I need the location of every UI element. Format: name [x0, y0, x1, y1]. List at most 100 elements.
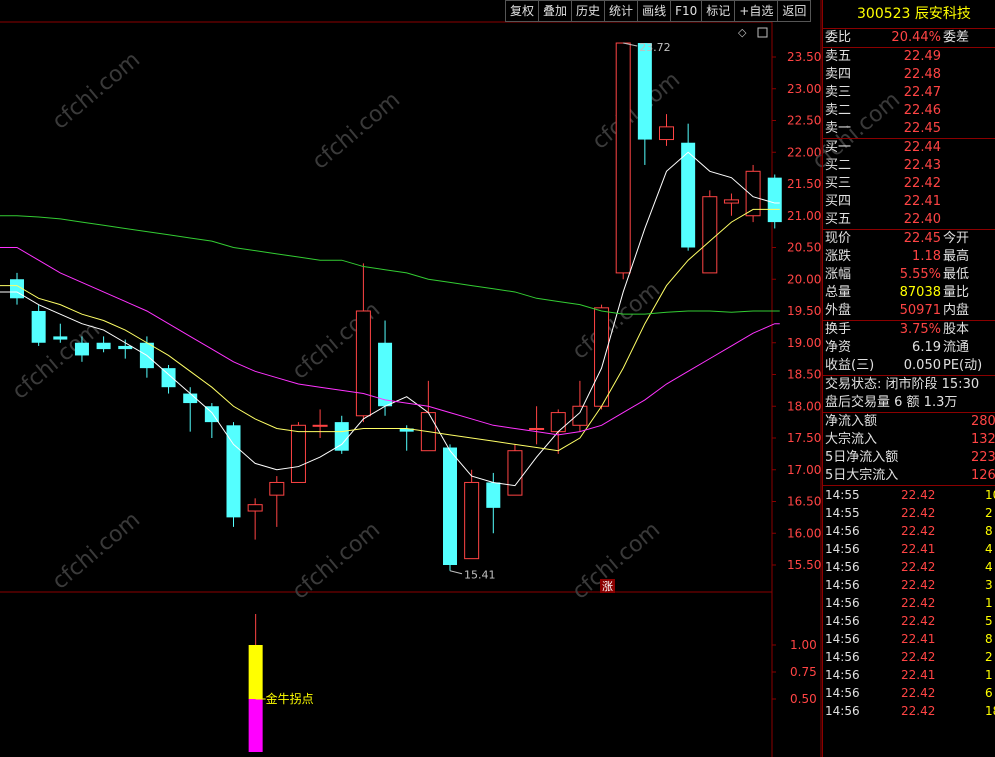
- price-tick-label: 16.00: [787, 526, 821, 540]
- quote-row-value: 50971: [899, 303, 941, 318]
- tick-volume: 2: [985, 506, 993, 520]
- quote-row-value: 22.45: [903, 231, 941, 246]
- candle-body: [161, 368, 176, 388]
- quote2-row-label2: 流通: [943, 340, 970, 355]
- tick-time: 14:56: [825, 560, 860, 574]
- price-tick-label: 21.00: [787, 209, 821, 223]
- price-tick-label: 17.50: [787, 431, 821, 445]
- tick-time: 14:56: [825, 524, 860, 538]
- price-tick-label: 20.50: [787, 241, 821, 255]
- flow-label: 5日大宗流入: [825, 468, 899, 483]
- watermark-text: cfchi.com: [48, 507, 145, 594]
- tick-row: 14:55 22.42 2: [823, 504, 995, 522]
- toolbar-button-4[interactable]: 画线: [637, 0, 672, 22]
- quote-row-label: 外盘: [825, 303, 852, 318]
- candle-body: [723, 199, 739, 204]
- stock-code: 300523: [857, 6, 911, 22]
- tick-row: 14:56 22.42 1: [823, 594, 995, 612]
- ma-line: [0, 208, 780, 452]
- candle-body: [53, 336, 68, 340]
- quote-row-label2: 最高: [943, 249, 970, 264]
- ask-row-label: 卖五: [825, 49, 852, 64]
- stock-name: 辰安科技: [914, 6, 971, 22]
- tick-volume: 3: [985, 578, 993, 592]
- quote2-row-label: 净资: [825, 340, 852, 355]
- toolbar-button-1[interactable]: 叠加: [538, 0, 573, 22]
- tick-volume: 8: [985, 524, 993, 538]
- toolbar-button-6[interactable]: 标记: [701, 0, 736, 22]
- bid-row-label: 买五: [825, 212, 852, 227]
- candle-body: [226, 425, 241, 518]
- tick-row: 14:56 22.42 2: [823, 648, 995, 666]
- candle-body: [355, 310, 371, 417]
- tick-list: 14:55 22.42 10 14:55 22.42 2 14:56 22.42 8 14:56 2…: [823, 485, 995, 720]
- tick-price: 22.42: [901, 506, 936, 520]
- ask-row-label: 卖一: [825, 121, 852, 136]
- quote-row-label2: 今开: [943, 231, 970, 246]
- toolbar-button-0[interactable]: 复权: [505, 0, 540, 22]
- stock-title: 300523 辰安科技: [823, 0, 995, 29]
- tick-price: 22.42: [901, 650, 936, 664]
- price-tick-label: 15.50: [787, 558, 821, 572]
- quote-row-label: 涨跌: [825, 249, 852, 264]
- flow-list: 净流入额 280 大宗流入 132 5日净流入额 223 5日大宗流入 126: [823, 412, 995, 485]
- bid-row-label: 买二: [825, 158, 852, 173]
- candle-body: [681, 142, 696, 248]
- flow-value: 223: [971, 450, 995, 465]
- tick-row: 14:56 22.42 5: [823, 612, 995, 630]
- tick-row: 14:56 22.42 8: [823, 522, 995, 540]
- signal-label: 金牛拐点: [266, 691, 314, 706]
- tick-price: 22.42: [901, 524, 936, 538]
- price-tick-label: 23.00: [787, 82, 821, 96]
- ma-line: [0, 215, 780, 315]
- tick-price: 22.42: [901, 686, 936, 700]
- toolbar-button-3[interactable]: 统计: [604, 0, 639, 22]
- tick-volume: 2: [985, 650, 993, 664]
- ask-row-value: 22.46: [903, 103, 941, 118]
- price-tick-label: 20.00: [787, 272, 821, 286]
- indicator-tick-label: 0.50: [790, 692, 817, 706]
- status-row: 盘后交易量 6 额 1.3万: [823, 394, 995, 412]
- bid-row-value: 22.43: [903, 158, 941, 173]
- weibi-label: 委比: [825, 30, 852, 45]
- quote-row-label: 现价: [825, 231, 852, 246]
- price-tick-label: 23.50: [787, 50, 821, 64]
- tick-price: 22.42: [901, 488, 936, 502]
- bid-row: 买一 22.44: [823, 139, 995, 157]
- bid-list: 买一 22.44 买二 22.43 买三 22.42 买四 22.41 买五 22.40: [823, 138, 995, 229]
- quote-row-value: 5.55%: [899, 267, 941, 282]
- candle-body: [96, 342, 111, 350]
- toolbar-button-8[interactable]: 返回: [777, 0, 812, 22]
- price-tick-label: 18.00: [787, 399, 821, 413]
- ma-line: [0, 151, 780, 487]
- tick-time: 14:56: [825, 668, 860, 682]
- indicator-tick-label: 0.75: [790, 665, 817, 679]
- candle-body: [702, 196, 718, 274]
- bid-row-label: 买四: [825, 194, 852, 209]
- quote-row-label2: 最低: [943, 267, 970, 282]
- tick-time: 14:55: [825, 506, 860, 520]
- bid-row: 买三 22.42: [823, 175, 995, 193]
- window-icon[interactable]: [757, 27, 768, 38]
- quote-row-label: 总量: [825, 285, 852, 300]
- tick-volume: 6: [985, 686, 993, 700]
- price-tick-label: 17.00: [787, 463, 821, 477]
- candle-body: [312, 424, 328, 427]
- price-tick-label: 18.50: [787, 368, 821, 382]
- bid-row: 买五 22.40: [823, 211, 995, 229]
- price-tick-label: 22.50: [787, 114, 821, 128]
- quote2-list: 换手 3.75% 股本 净资 6.19 流通 收益(三) 0.050 PE(动): [823, 320, 995, 375]
- tick-volume: 18: [985, 704, 995, 718]
- candle-body: [507, 450, 523, 496]
- toolbar-button-7[interactable]: +自选: [734, 0, 779, 22]
- toolbar-button-5[interactable]: F10: [670, 0, 703, 22]
- diamond-icon[interactable]: ◇: [738, 26, 747, 39]
- toolbar-button-2[interactable]: 历史: [571, 0, 606, 22]
- flow-label: 净流入额: [825, 414, 878, 429]
- bid-row-label: 买三: [825, 176, 852, 191]
- weicha-label: 委差: [943, 30, 970, 45]
- candle-body: [378, 342, 393, 407]
- tick-volume: 5: [985, 614, 993, 628]
- tick-time: 14:55: [825, 488, 860, 502]
- quote2-row-value: 3.75%: [899, 322, 941, 337]
